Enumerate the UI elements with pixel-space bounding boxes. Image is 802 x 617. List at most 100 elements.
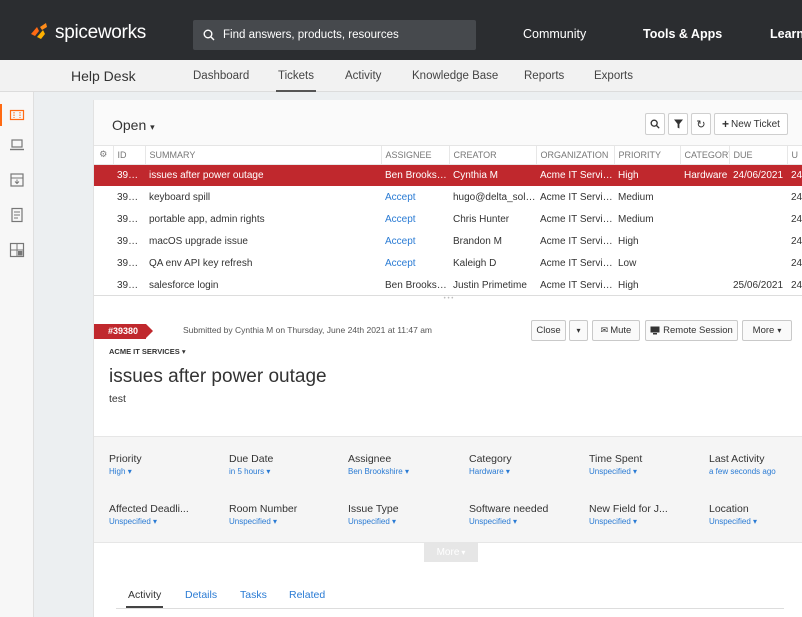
table-row[interactable]: 39377 macOS upgrade issue Accept Brandon… bbox=[94, 230, 802, 252]
tab-tickets[interactable]: Tickets bbox=[276, 70, 316, 92]
col-header-u[interactable]: U bbox=[787, 146, 802, 165]
settings-gear-icon[interactable]: ⚙ bbox=[94, 146, 114, 165]
search-icon bbox=[650, 119, 660, 129]
tab-knowledge-base[interactable]: Knowledge Base bbox=[412, 70, 498, 82]
document-icon[interactable] bbox=[9, 207, 25, 223]
cell-id: 39375 bbox=[117, 279, 145, 291]
mute-button[interactable]: ✉ Mute bbox=[592, 320, 640, 341]
cell-summary: keyboard spill bbox=[149, 191, 211, 203]
nav-learn[interactable]: Learn bbox=[770, 27, 802, 41]
cell-category bbox=[680, 208, 729, 230]
new-ticket-button[interactable]: + New Ticket bbox=[714, 113, 788, 135]
col-header-id[interactable]: ID bbox=[113, 146, 146, 165]
cell-due: 24/06/2021 bbox=[729, 164, 787, 186]
tab-reports[interactable]: Reports bbox=[524, 70, 564, 82]
col-header-assignee[interactable]: ASSIGNEE bbox=[381, 146, 450, 165]
cell-category: Hardware bbox=[680, 164, 729, 186]
field-issue-type[interactable]: Issue Type Unspecified ▾ bbox=[348, 503, 458, 526]
col-header-creator[interactable]: CREATOR bbox=[449, 146, 537, 165]
page-title: Help Desk bbox=[71, 68, 136, 84]
spiceworks-logo[interactable]: spiceworks bbox=[28, 22, 146, 44]
tab-activity[interactable]: Activity bbox=[345, 70, 381, 82]
cell-summary: portable app, admin rights bbox=[149, 213, 265, 225]
organization-dropdown[interactable]: ACME IT SERVICES ▾ bbox=[109, 347, 186, 356]
field-due-date[interactable]: Due Date in 5 hours ▾ bbox=[229, 453, 339, 476]
search-icon bbox=[203, 29, 215, 41]
chevron-down-icon: ▾ bbox=[150, 122, 155, 132]
chevron-down-icon: ▾ bbox=[513, 517, 518, 526]
field-affected-deadline[interactable]: Affected Deadli... Unspecified ▾ bbox=[109, 503, 219, 526]
tab-activity-detail[interactable]: Activity bbox=[125, 589, 164, 608]
field-new-field[interactable]: New Field for J... Unspecified ▾ bbox=[589, 503, 699, 526]
table-row[interactable]: 39380 issues after power outage Ben Broo… bbox=[94, 164, 802, 186]
col-header-due[interactable]: DUE bbox=[729, 146, 788, 165]
field-room-number[interactable]: Room Number Unspecified ▾ bbox=[229, 503, 339, 526]
col-header-priority[interactable]: PRIORITY bbox=[614, 146, 681, 165]
envelope-icon: ✉ bbox=[600, 325, 609, 335]
field-assignee[interactable]: Assignee Ben Brookshire ▾ bbox=[348, 453, 458, 476]
top-bar: spiceworks Find answers, products, resou… bbox=[0, 0, 802, 60]
accept-link[interactable]: Accept bbox=[381, 208, 449, 230]
field-time-spent[interactable]: Time Spent Unspecified ▾ bbox=[589, 453, 699, 476]
more-label: More bbox=[752, 325, 775, 336]
tickets-icon[interactable] bbox=[0, 104, 25, 126]
field-last-activity: Last Activity a few seconds ago bbox=[709, 453, 776, 476]
search-tickets-button[interactable] bbox=[645, 113, 665, 135]
tab-related[interactable]: Related bbox=[289, 589, 325, 601]
col-header-summary[interactable]: SUMMARY bbox=[145, 146, 382, 165]
search-input[interactable]: Find answers, products, resources bbox=[193, 20, 476, 50]
close-button[interactable]: Close bbox=[531, 320, 566, 341]
resize-handle[interactable]: • • • bbox=[94, 295, 802, 302]
more-fields-button[interactable]: More ▾ bbox=[424, 543, 478, 562]
field-location[interactable]: Location Unspecified ▾ bbox=[709, 503, 799, 526]
table-row[interactable]: 39379 keyboard spill Accept hugo@delta_s… bbox=[94, 186, 802, 208]
table-row[interactable]: 39378 portable app, admin rights Accept … bbox=[94, 208, 802, 230]
table-row[interactable]: 39375 salesforce login Ben Brookshire Ju… bbox=[94, 274, 802, 296]
close-label: Close bbox=[536, 325, 561, 336]
laptop-icon[interactable] bbox=[9, 137, 25, 153]
field-category[interactable]: Category Hardware ▾ bbox=[469, 453, 579, 476]
tab-tasks[interactable]: Tasks bbox=[240, 589, 267, 601]
submitted-info: Submitted by Cynthia M on Thursday, June… bbox=[183, 325, 433, 335]
cell-organization: Acme IT Services bbox=[540, 191, 614, 203]
tab-exports[interactable]: Exports bbox=[594, 70, 633, 82]
tickets-panel: Open ▾ ↻ + New Ticket ⚙ ID SUMMARY ASSIG… bbox=[93, 100, 802, 617]
cell-priority: Medium bbox=[618, 213, 654, 225]
field-priority[interactable]: Priority High ▾ bbox=[109, 453, 219, 476]
grid-icon[interactable] bbox=[9, 242, 25, 258]
accept-link[interactable]: Accept bbox=[381, 186, 449, 208]
nav-tools-apps[interactable]: Tools & Apps bbox=[643, 27, 722, 41]
inbox-download-icon[interactable] bbox=[9, 172, 25, 188]
chevron-down-icon: ▾ bbox=[461, 548, 466, 557]
table-row[interactable]: 39376 QA env API key refresh Accept Kale… bbox=[94, 252, 802, 274]
close-options-button[interactable]: ▾ bbox=[569, 320, 588, 341]
chevron-down-icon: ▾ bbox=[266, 467, 271, 476]
cell-organization: Acme IT Services bbox=[540, 279, 614, 291]
refresh-button[interactable]: ↻ bbox=[691, 113, 711, 135]
remote-session-button[interactable]: Remote Session bbox=[645, 320, 738, 341]
tab-dashboard[interactable]: Dashboard bbox=[193, 70, 249, 82]
ticket-title[interactable]: issues after power outage bbox=[109, 366, 327, 388]
more-actions-button[interactable]: More ▾ bbox=[742, 320, 792, 341]
col-header-organization[interactable]: ORGANIZATION bbox=[536, 146, 615, 165]
monitor-icon bbox=[650, 326, 660, 335]
table-header-row: ⚙ ID SUMMARY ASSIGNEE CREATOR ORGANIZATI… bbox=[94, 146, 802, 165]
organization-label: ACME IT SERVICES bbox=[109, 347, 180, 356]
cell-due bbox=[729, 208, 787, 230]
nav-community[interactable]: Community bbox=[523, 27, 586, 41]
cell-category bbox=[680, 252, 729, 274]
ticket-description[interactable]: test bbox=[109, 393, 126, 405]
accept-link[interactable]: Accept bbox=[381, 230, 449, 252]
tab-details[interactable]: Details bbox=[185, 589, 217, 601]
accept-link[interactable]: Accept bbox=[381, 252, 449, 274]
cell-creator: Brandon M bbox=[453, 235, 502, 247]
filter-dropdown[interactable]: Open ▾ bbox=[112, 117, 155, 133]
cell-summary: macOS upgrade issue bbox=[149, 235, 248, 247]
chevron-down-icon: ▾ bbox=[181, 347, 186, 356]
ticket-number-badge: #39380 bbox=[94, 321, 154, 339]
field-software-needed[interactable]: Software needed Unspecified ▾ bbox=[469, 503, 579, 526]
cell-organization: Acme IT Services bbox=[536, 164, 614, 186]
cell-due: 25/06/2021 bbox=[733, 279, 784, 291]
filter-button[interactable] bbox=[668, 113, 688, 135]
col-header-category[interactable]: CATEGORY bbox=[680, 146, 730, 165]
